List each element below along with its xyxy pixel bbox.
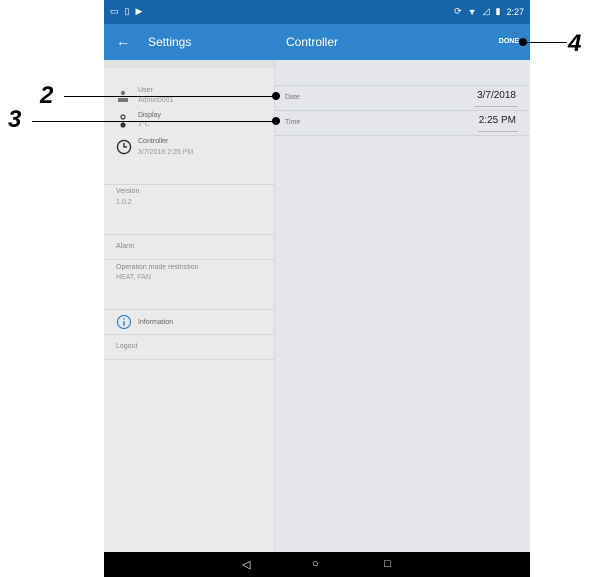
- sidebar-item-operation-mode[interactable]: Operation mode restriction HEAT, FAN: [104, 260, 274, 308]
- sidebar-item-label: Controller: [138, 138, 169, 145]
- sync-icon: ⟳: [454, 6, 462, 16]
- clock-icon: [116, 139, 132, 155]
- callout-line-3: [32, 121, 274, 122]
- time-underline: [478, 131, 518, 132]
- status-time: 2:27: [506, 6, 524, 17]
- settings-title: Settings: [148, 35, 192, 49]
- sidebar-divider: [104, 184, 274, 185]
- callout-number-3: 3: [8, 106, 22, 133]
- version-label: Version: [116, 188, 140, 195]
- battery-icon: ▮: [495, 6, 501, 16]
- sidebar-item-value: 3/7/2018 2:25 PM: [138, 149, 194, 156]
- play-store-icon: ▶: [135, 6, 143, 16]
- back-arrow-icon[interactable]: ←: [116, 34, 130, 48]
- version-value: 1.0.2: [116, 199, 132, 206]
- controller-detail-panel: Date 3/7/2018 Time 2:25 PM: [275, 60, 530, 552]
- nav-back-icon[interactable]: ◁: [242, 558, 250, 571]
- sidebar-item-value: HEAT, FAN: [116, 274, 151, 281]
- date-value[interactable]: 3/7/2018: [477, 90, 516, 101]
- sidebar-item-controller[interactable]: Controller 3/7/2018 2:25 PM: [104, 134, 274, 166]
- time-row[interactable]: Time 2:25 PM: [275, 110, 530, 136]
- sidebar-item-label: Alarm: [116, 243, 135, 250]
- sidebar-item-value: 1°C: [138, 121, 150, 128]
- done-button[interactable]: DONE: [499, 38, 519, 45]
- time-label: Time: [285, 119, 301, 126]
- callout-number-2: 2: [40, 82, 54, 109]
- sidebar-item-value: Admin0001: [138, 97, 174, 104]
- callout-dot-4: [519, 38, 527, 46]
- sidebar-item-label: Operation mode restriction: [116, 264, 199, 271]
- callout-dot-2: [272, 92, 280, 100]
- status-bar: ▭ ▯ ▶ ⟳ ▼ ◿ ▮ 2:27: [104, 0, 530, 24]
- notification-icon: ▭: [110, 6, 119, 16]
- sidebar-top-band: [104, 60, 274, 68]
- nav-home-icon[interactable]: ○: [312, 558, 319, 570]
- sidebar-item-label: User: [138, 87, 153, 94]
- sidebar-divider: [104, 359, 274, 360]
- date-row[interactable]: Date 3/7/2018: [275, 85, 530, 110]
- controller-title: Controller: [286, 35, 339, 49]
- sidebar-item-alarm[interactable]: Alarm: [104, 235, 274, 259]
- sidebar-item-label: Display: [138, 112, 161, 119]
- nav-recent-apps-icon[interactable]: □: [384, 558, 391, 570]
- sdcard-icon: ▯: [124, 6, 130, 16]
- date-underline: [474, 106, 518, 107]
- app-bar: ← Settings Controller DONE: [104, 24, 530, 60]
- info-icon: [116, 314, 132, 330]
- sidebar-item-logout[interactable]: Logout: [104, 335, 274, 359]
- callout-dot-3: [272, 117, 280, 125]
- navigation-bar: ◁ ○ □: [104, 552, 530, 577]
- callout-number-4: 4: [568, 30, 582, 57]
- signal-icon: ◿: [482, 6, 490, 16]
- time-value[interactable]: 2:25 PM: [479, 115, 516, 126]
- callout-line-2: [64, 96, 274, 97]
- date-label: Date: [285, 94, 300, 101]
- callout-line-4: [527, 42, 567, 43]
- sidebar-item-label: Logout: [116, 343, 138, 350]
- sidebar-item-label: Information: [138, 319, 174, 326]
- settings-sidebar: User Admin0001 Display 1°C Controller 3/…: [104, 60, 275, 552]
- tablet-screen: ▭ ▯ ▶ ⟳ ▼ ◿ ▮ 2:27 ← Settings Controller…: [104, 0, 530, 577]
- sidebar-item-information[interactable]: Information: [104, 310, 274, 334]
- wifi-icon: ▼: [467, 6, 477, 17]
